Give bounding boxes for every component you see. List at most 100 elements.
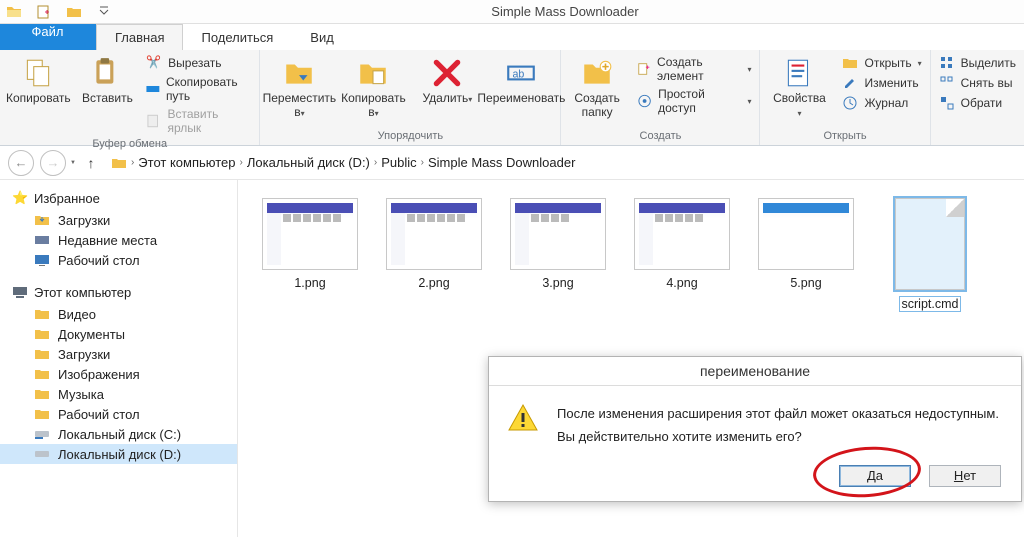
file-item[interactable]: 4.png	[634, 198, 730, 312]
tab-home[interactable]: Главная	[96, 24, 183, 50]
paste-icon	[90, 56, 124, 90]
folder-icon	[111, 155, 127, 171]
disk-icon	[34, 446, 50, 462]
folder-icon	[34, 386, 50, 402]
delete-button[interactable]: Удалить▾	[414, 54, 480, 106]
new-folder-big-icon	[580, 56, 614, 90]
tab-file[interactable]: Файл	[0, 24, 96, 50]
sidebar: ⭐Избранное Загрузки Недавние места Рабоч…	[0, 180, 238, 537]
properties-icon	[782, 56, 816, 90]
sidebar-favorites-header[interactable]: ⭐Избранное	[0, 188, 237, 210]
window-titlebar: Simple Mass Downloader	[0, 0, 1024, 24]
up-button[interactable]: ↑	[82, 154, 100, 172]
folder-small-icon[interactable]	[66, 4, 82, 20]
warning-icon	[507, 402, 539, 434]
file-item[interactable]: 1.png	[262, 198, 358, 312]
select-all-button[interactable]: Выделить	[937, 54, 1018, 72]
new-folder-icon[interactable]	[36, 4, 52, 20]
paste-button[interactable]: Вставить	[79, 54, 137, 106]
no-button[interactable]: Нет	[929, 465, 1001, 487]
desktop-icon	[34, 252, 50, 268]
sidebar-computer-header[interactable]: Этот компьютер	[0, 282, 237, 304]
properties-button[interactable]: Свойства▾	[766, 54, 832, 120]
invert-selection-button[interactable]: Обрати	[937, 94, 1018, 112]
document-icon	[895, 198, 965, 290]
delete-icon	[430, 56, 464, 90]
sidebar-item-videos[interactable]: Видео	[0, 304, 237, 324]
history-button[interactable]: Журнал	[840, 94, 923, 112]
easy-access-icon	[637, 93, 652, 109]
tab-share[interactable]: Поделиться	[183, 24, 292, 50]
rename-icon: ab	[504, 56, 538, 90]
move-to-button[interactable]: Переместить в▾	[266, 54, 332, 120]
crumb-public: Public›	[381, 155, 424, 170]
dialog-title: переименование	[489, 357, 1021, 386]
easy-access-button[interactable]: Простой доступ ▾	[635, 86, 754, 116]
back-button[interactable]: ←	[8, 150, 34, 176]
history-icon	[842, 95, 858, 111]
ribbon-group-clipboard: Копировать Вставить ✂️Вырезать Скопирова…	[0, 50, 260, 145]
history-dropdown[interactable]: ▼	[70, 160, 76, 166]
shortcut-icon	[146, 113, 161, 129]
window-title: Simple Mass Downloader	[112, 4, 1018, 19]
folder-icon	[34, 366, 50, 382]
edit-button[interactable]: Изменить	[840, 74, 923, 92]
sidebar-item-downloads[interactable]: Загрузки	[0, 210, 237, 230]
folder-icon	[34, 326, 50, 342]
svg-text:ab: ab	[513, 68, 525, 80]
ribbon-tabs: Файл Главная Поделиться Вид	[0, 24, 1024, 50]
star-icon: ⭐	[12, 190, 28, 206]
edit-icon	[842, 75, 858, 91]
recent-icon	[34, 232, 50, 248]
path-icon	[146, 81, 160, 97]
ribbon-group-organize: Переместить в▾ Копировать в▾ Удалить▾ ab…	[260, 50, 561, 145]
disk-icon	[34, 426, 50, 442]
folder-icon	[34, 406, 50, 422]
copy-to-button[interactable]: Копировать в▾	[340, 54, 406, 120]
crumb-computer: Этот компьютер›	[138, 155, 243, 170]
sidebar-item-pictures[interactable]: Изображения	[0, 364, 237, 384]
new-item-button[interactable]: Создать элемент ▾	[635, 54, 754, 84]
file-item[interactable]: 3.png	[510, 198, 606, 312]
copy-button[interactable]: Копировать	[6, 54, 71, 106]
downloads-icon	[34, 212, 50, 228]
sidebar-item-desktop[interactable]: Рабочий стол	[0, 250, 237, 270]
select-none-icon	[939, 75, 955, 91]
crumb-drive: Локальный диск (D:)›	[247, 155, 377, 170]
open-icon	[842, 55, 858, 71]
scissors-icon: ✂️	[146, 55, 162, 71]
file-item-selected[interactable]: script.cmd	[882, 198, 978, 312]
qat-dropdown-icon[interactable]	[96, 4, 112, 20]
sidebar-item-disk-d[interactable]: Локальный диск (D:)	[0, 444, 237, 464]
addressbar: ← → ▼ ↑ › Этот компьютер› Локальный диск…	[0, 146, 1024, 180]
paste-shortcut-button: Вставить ярлык	[144, 106, 253, 136]
new-folder-button[interactable]: Создать папку	[567, 54, 627, 120]
open-button[interactable]: Открыть ▾	[840, 54, 923, 72]
select-none-button[interactable]: Снять вы	[937, 74, 1018, 92]
sidebar-item-music[interactable]: Музыка	[0, 384, 237, 404]
forward-button[interactable]: →	[40, 150, 66, 176]
select-all-icon	[939, 55, 955, 71]
cut-button[interactable]: ✂️Вырезать	[144, 54, 253, 72]
copy-to-icon	[356, 56, 390, 90]
sidebar-item-desktop2[interactable]: Рабочий стол	[0, 404, 237, 424]
move-to-icon	[282, 56, 316, 90]
sidebar-item-disk-c[interactable]: Локальный диск (C:)	[0, 424, 237, 444]
tab-view[interactable]: Вид	[292, 24, 353, 50]
rename-dialog: переименование После изменения расширени…	[488, 356, 1022, 502]
new-item-icon	[637, 61, 651, 77]
breadcrumbs[interactable]: › Этот компьютер› Локальный диск (D:)› P…	[106, 151, 1016, 175]
sidebar-item-documents[interactable]: Документы	[0, 324, 237, 344]
copy-path-button[interactable]: Скопировать путь	[144, 74, 253, 104]
ribbon-group-select: Выделить Снять вы Обрати	[931, 50, 1024, 145]
file-item[interactable]: 5.png	[758, 198, 854, 312]
folder-icon	[34, 346, 50, 362]
sidebar-item-downloads2[interactable]: Загрузки	[0, 344, 237, 364]
copy-icon	[21, 56, 55, 90]
sidebar-item-recent[interactable]: Недавние места	[0, 230, 237, 250]
rename-button[interactable]: ab Переименовать	[488, 54, 554, 106]
yes-button[interactable]: Да	[839, 465, 911, 487]
dialog-message-2: Вы действительно хотите изменить его?	[557, 425, 999, 448]
file-item[interactable]: 2.png	[386, 198, 482, 312]
ribbon: Копировать Вставить ✂️Вырезать Скопирова…	[0, 50, 1024, 146]
